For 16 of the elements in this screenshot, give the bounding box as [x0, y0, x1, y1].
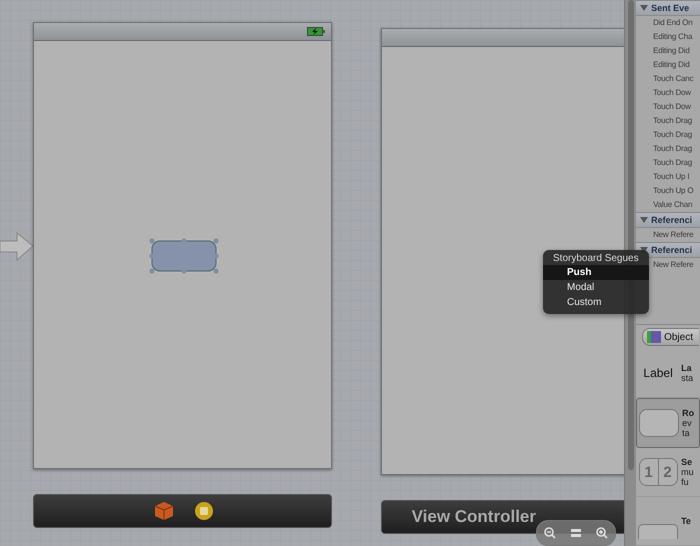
- section-title: Referenci: [651, 245, 692, 255]
- item-description: ev: [682, 418, 693, 428]
- item-description: sta: [681, 373, 694, 383]
- section-title: Referenci: [651, 215, 692, 225]
- section-title: Sent Eve: [651, 3, 690, 13]
- item-description: mu: [681, 467, 694, 477]
- item-description: ta: [682, 428, 691, 438]
- item-description: Se: [681, 457, 694, 467]
- item-description: fu: [681, 477, 690, 487]
- item-description: La: [681, 363, 693, 373]
- item-description: Te: [681, 516, 691, 526]
- segment-preview: 2: [658, 459, 677, 485]
- label-preview: Label: [643, 366, 673, 380]
- segment-preview: 1: [640, 459, 658, 485]
- item-description: Ro: [682, 408, 694, 418]
- scene-title: View Controller: [412, 507, 536, 527]
